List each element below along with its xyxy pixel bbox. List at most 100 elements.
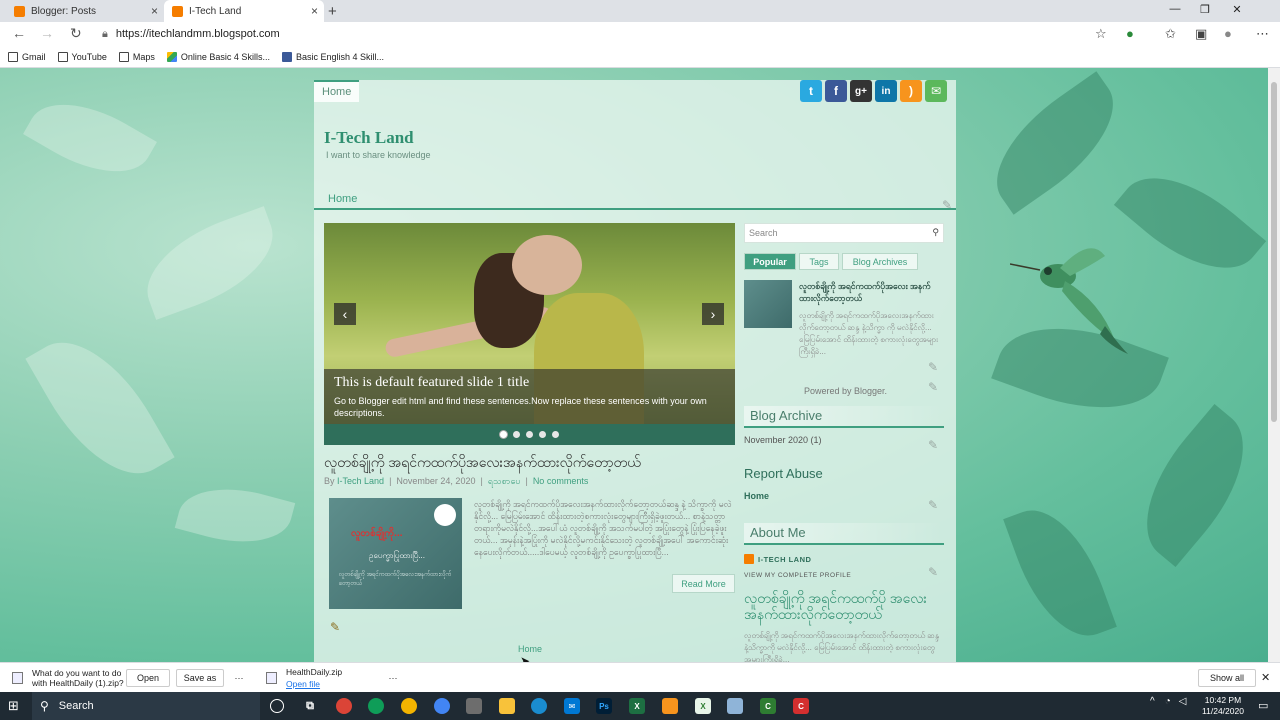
post-comments-link[interactable]: No comments xyxy=(533,476,589,486)
app-icon[interactable]: C xyxy=(793,698,809,714)
open-button[interactable]: Open xyxy=(126,669,170,687)
chrome-icon[interactable] xyxy=(401,698,417,714)
tab-bar: Blogger: Posts × I-Tech Land × + — ❐ ✕ xyxy=(0,0,1280,22)
footer-home-link[interactable]: Home xyxy=(518,644,542,654)
task-view-icon[interactable]: ⧉ xyxy=(302,698,318,714)
email-icon[interactable]: ✉ xyxy=(925,80,947,102)
restore-icon[interactable]: ❐ xyxy=(1190,3,1220,16)
back-icon[interactable]: ← xyxy=(12,25,26,41)
app-icon[interactable] xyxy=(727,698,743,714)
reload-icon[interactable]: ↻ xyxy=(70,25,82,42)
close-tab-icon[interactable]: × xyxy=(311,4,318,18)
taskbar-clock[interactable]: 10:42 PM 11/24/2020 xyxy=(1200,695,1246,717)
minimize-icon[interactable]: — xyxy=(1160,3,1190,15)
slider-dot[interactable] xyxy=(539,431,546,438)
nav-home-link[interactable]: Home xyxy=(328,193,357,205)
linkedin-icon[interactable]: in xyxy=(875,80,897,102)
show-all-button[interactable]: Show all xyxy=(1198,669,1256,687)
close-tab-icon[interactable]: × xyxy=(151,4,158,18)
archive-item-november-2020[interactable]: November 2020 (1) xyxy=(744,435,822,445)
tab-itech-land[interactable]: I-Tech Land × xyxy=(164,0,324,22)
bookmark-basic-english[interactable]: Basic English 4 Skill... xyxy=(281,51,384,62)
profile-avatar[interactable]: ● xyxy=(1224,26,1232,41)
more-options-icon[interactable]: ··· xyxy=(228,669,250,687)
bookmark-gmail[interactable]: Gmail xyxy=(8,51,46,62)
wrench-icon[interactable]: ✎ xyxy=(928,360,938,374)
tab-popular[interactable]: Popular xyxy=(744,253,796,270)
view-profile-link[interactable]: VIEW MY COMPLETE PROFILE xyxy=(744,572,851,579)
photoshop-icon[interactable]: Ps xyxy=(596,698,612,714)
url-field[interactable]: 🔒︎ https://itechlandmm.blogspot.com xyxy=(98,24,1118,44)
tab-blog-archives[interactable]: Blog Archives xyxy=(842,253,918,270)
powered-by-blogger[interactable]: Powered by Blogger. xyxy=(804,386,887,396)
notifications-icon[interactable]: ▭ xyxy=(1258,699,1268,712)
wrench-icon[interactable]: ✎ xyxy=(942,198,952,212)
chrome-icon[interactable] xyxy=(434,698,450,714)
forward-icon[interactable]: → xyxy=(40,25,54,41)
scrollbar-thumb[interactable] xyxy=(1271,82,1277,422)
read-more-button[interactable]: Read More xyxy=(672,574,735,593)
taskbar-search[interactable]: ⚲ Search xyxy=(32,692,260,720)
wifi-icon[interactable]: ◔ xyxy=(1165,696,1171,707)
bookmark-youtube[interactable]: YouTube xyxy=(57,51,107,62)
more-options-icon[interactable]: ··· xyxy=(382,669,404,687)
bookmark-maps[interactable]: Maps xyxy=(118,51,155,62)
tab-tags[interactable]: Tags xyxy=(799,253,839,270)
facebook-icon[interactable]: f xyxy=(825,80,847,102)
pencil-icon[interactable]: ✎ xyxy=(330,620,340,634)
slider-dot[interactable] xyxy=(500,431,507,438)
chevron-up-icon[interactable]: ^ xyxy=(1150,696,1155,707)
cortana-icon[interactable] xyxy=(270,699,284,713)
file-explorer-icon[interactable] xyxy=(499,698,515,714)
tab-blogger-posts[interactable]: Blogger: Posts × xyxy=(6,0,164,22)
post-title[interactable]: လူတစ်ချို့ကို အရင်ကထက်ပိုအလေးအနက်ထားလိုက… xyxy=(324,453,641,474)
star-icon[interactable]: ☆ xyxy=(1095,26,1107,42)
close-window-icon[interactable]: ✕ xyxy=(1222,3,1252,16)
open-file-link[interactable]: Open file xyxy=(286,679,320,689)
report-abuse-home-link[interactable]: Home xyxy=(744,491,769,501)
featured-post-title[interactable]: လူတစ်ချို့ကို အရင်ကထက်ပို အလေးအနက်ထားလို… xyxy=(744,590,944,622)
slider-dot[interactable] xyxy=(552,431,559,438)
excel-icon[interactable]: X xyxy=(629,698,645,714)
chrome-icon[interactable] xyxy=(368,698,384,714)
blog-title[interactable]: I-Tech Land xyxy=(324,128,414,148)
slider-dot[interactable] xyxy=(513,431,520,438)
slide-title[interactable]: This is default featured slide 1 title xyxy=(334,375,725,391)
app-icon[interactable]: X xyxy=(695,698,711,714)
wrench-icon[interactable]: ✎ xyxy=(928,498,938,512)
favorites-icon[interactable]: ✩ xyxy=(1165,26,1176,42)
save-as-button[interactable]: Save as xyxy=(176,669,224,687)
store-icon[interactable] xyxy=(466,698,482,714)
bookmark-online-basic[interactable]: Online Basic 4 Skills... xyxy=(166,51,270,62)
collections-icon[interactable]: ▣ xyxy=(1195,26,1207,42)
about-profile-name[interactable]: I-TECH LAND xyxy=(744,554,811,564)
twitter-icon[interactable]: t xyxy=(800,80,822,102)
slider-prev-button[interactable]: ‹ xyxy=(334,303,356,325)
mail-icon[interactable]: ✉ xyxy=(564,698,580,714)
edge-icon[interactable] xyxy=(531,698,547,714)
menu-icon[interactable]: ⋯ xyxy=(1256,26,1269,42)
chrome-icon[interactable] xyxy=(336,698,352,714)
slider-next-button[interactable]: › xyxy=(702,303,724,325)
camtasia-icon[interactable]: C xyxy=(760,698,776,714)
close-download-bar-icon[interactable]: ✕ xyxy=(1261,671,1270,684)
page-scrollbar[interactable] xyxy=(1268,68,1280,662)
volume-icon[interactable]: ◁ xyxy=(1179,696,1187,707)
post-label-link[interactable]: ရသစာပေ xyxy=(488,476,521,486)
post-author-link[interactable]: I-Tech Land xyxy=(337,476,384,486)
popular-post-title[interactable]: လူတစ်ချို့ကို အရင်ကထက်ပိုအလေး အနက်ထားလို… xyxy=(799,280,944,304)
rss-icon[interactable]: ) xyxy=(900,80,922,102)
slider-dot[interactable] xyxy=(526,431,533,438)
post-thumbnail[interactable]: လူတစ်ချို့ကို... ဥပေက္ခာပြုထားပြီ... လူတ… xyxy=(329,498,462,609)
top-nav-home[interactable]: Home xyxy=(314,80,360,102)
google-plus-icon[interactable]: g+ xyxy=(850,80,872,102)
search-input[interactable]: Search ⚲ xyxy=(744,223,944,243)
new-tab-icon[interactable]: + xyxy=(328,3,337,20)
wrench-icon[interactable]: ✎ xyxy=(928,438,938,452)
windows-start-icon[interactable]: ⊞ xyxy=(8,698,19,714)
search-icon[interactable]: ⚲ xyxy=(932,227,939,238)
extension-icon[interactable]: ● xyxy=(1126,26,1134,41)
wrench-icon[interactable]: ✎ xyxy=(928,380,938,394)
app-icon[interactable] xyxy=(662,698,678,714)
wrench-icon[interactable]: ✎ xyxy=(928,565,938,579)
